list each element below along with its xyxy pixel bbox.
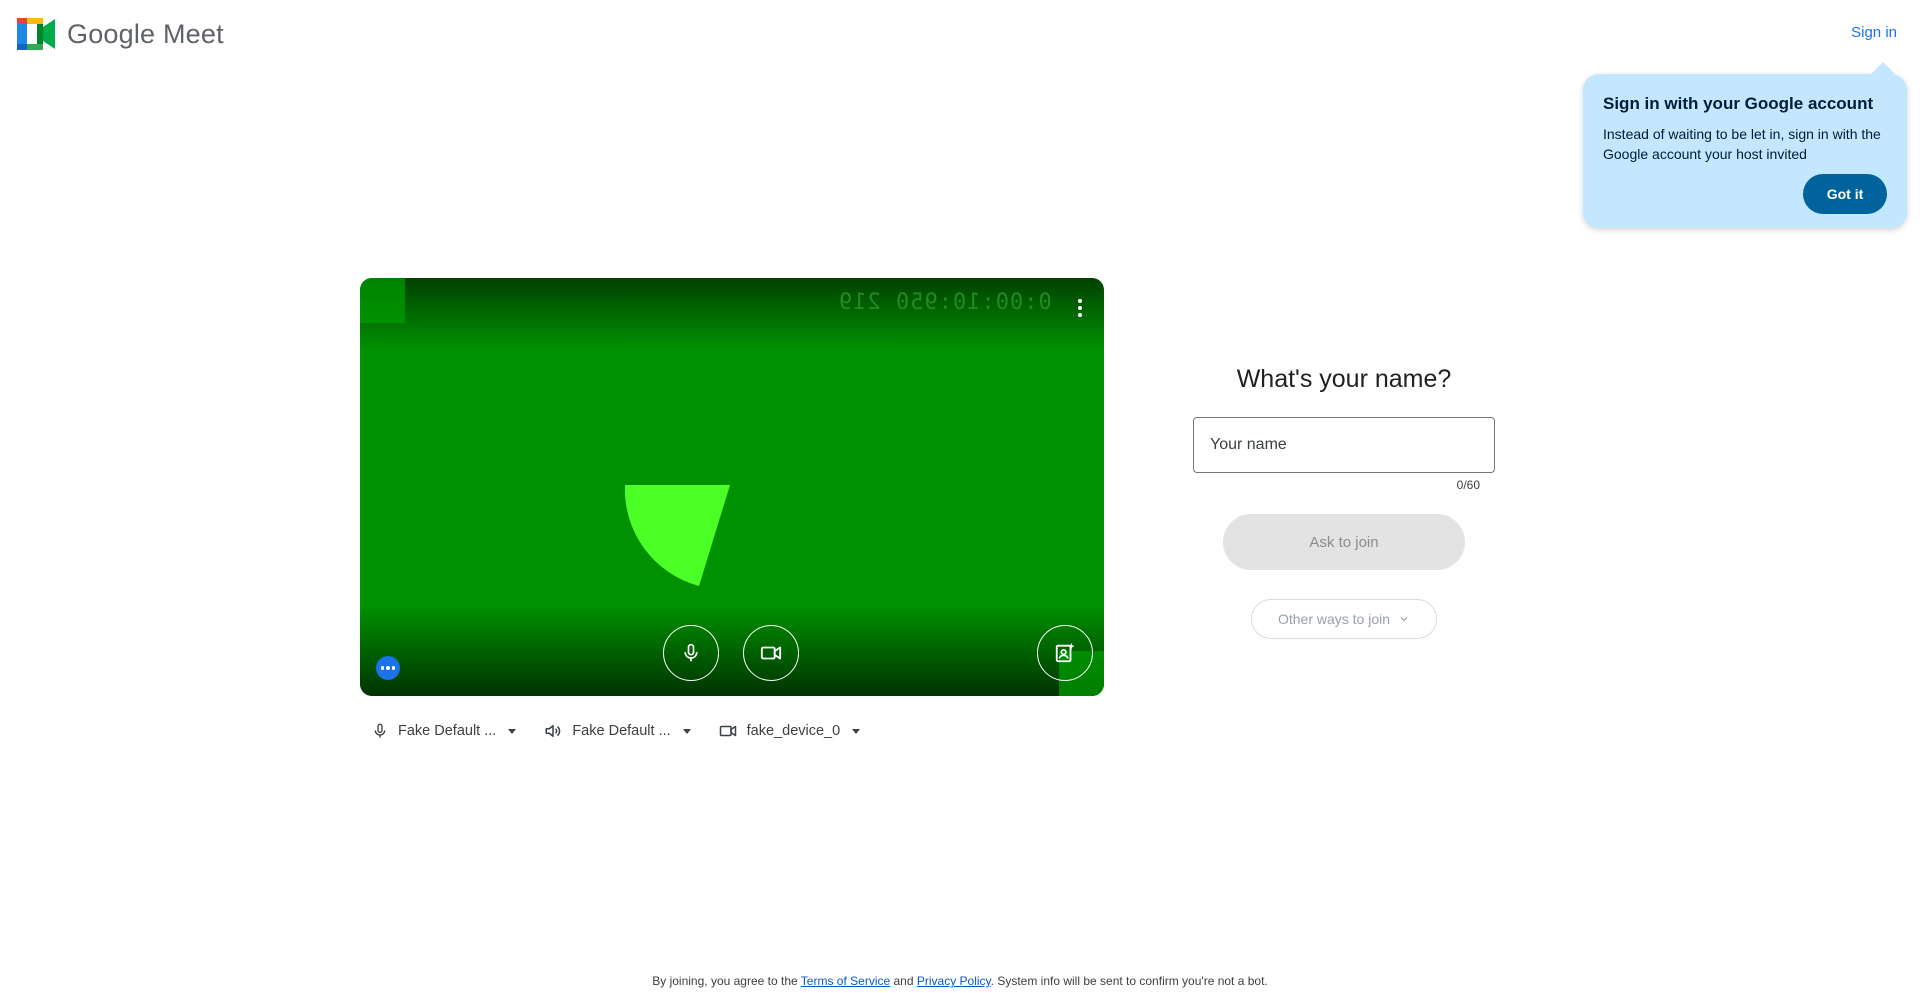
device-selectors: Fake Default ... Fake Default ... fake_d… [372,720,888,742]
microphone-select[interactable]: Fake Default ... [372,720,517,742]
microphone-icon [684,643,698,662]
terms-of-service-link[interactable]: Terms of Service [801,974,890,988]
sign-in-tooltip: Sign in with your Google account Instead… [1583,62,1907,228]
preview-corner-marker [360,278,405,323]
videocam-icon [760,646,782,660]
dropdown-arrow-icon [852,728,861,734]
footer-disclaimer: By joining, you agree to the Terms of Se… [0,974,1920,988]
videocam-icon [719,725,736,737]
microphone-toggle-button[interactable] [663,625,719,681]
footer-suffix: . System info will be sent to confirm yo… [990,974,1268,988]
dropdown-arrow-icon [508,728,517,734]
sign-in-link[interactable]: Sign in [1851,24,1897,41]
speaker-select[interactable]: Fake Default ... [544,720,691,742]
speaker-select-label: Fake Default ... [572,723,671,739]
microphone-icon [374,723,386,738]
brand-name: Google Meet [67,18,224,49]
camera-select[interactable]: fake_device_0 [719,720,861,742]
other-ways-to-join-label: Other ways to join [1277,611,1391,627]
tooltip-arrow [1871,62,1895,74]
ask-to-join-button[interactable]: Ask to join [1223,514,1465,570]
more-vert-icon [1078,299,1082,303]
tooltip-title: Sign in with your Google account [1603,94,1874,113]
more-horiz-icon [380,666,385,670]
video-preview: 0:00:10:950 219 [360,278,1104,696]
google-meet-logo-icon [17,18,55,50]
name-input[interactable] [1193,417,1495,473]
visual-effects-button[interactable] [1037,625,1093,681]
speaker-icon [545,725,561,737]
chevron-down-icon [1400,617,1408,622]
tooltip-body: Instead of waiting to be let in, sign in… [1603,126,1881,162]
camera-select-label: fake_device_0 [746,723,841,739]
more-options-button[interactable] [1066,288,1094,328]
more-horiz-button[interactable] [376,656,400,680]
other-ways-to-join-button[interactable]: Other ways to join [1251,599,1437,639]
got-it-button[interactable]: Got it [1803,174,1887,214]
footer-prefix: By joining, you agree to the [652,974,801,988]
name-char-count: 0/60 [1456,478,1480,492]
join-title: What's your name? [1236,365,1452,393]
microphone-select-label: Fake Default ... [398,723,497,739]
preview-pie-shape [625,485,730,586]
dropdown-arrow-icon [682,728,691,734]
google-meet-logo[interactable]: Google Meet [17,18,224,50]
visual-effects-icon [1055,642,1075,663]
preview-bottom-gradient [360,606,1104,696]
preview-timestamp: 0:00:10:950 219 [838,290,1052,315]
camera-toggle-button[interactable] [743,625,799,681]
footer-and: and [890,974,917,988]
privacy-policy-link[interactable]: Privacy Policy [917,974,991,988]
